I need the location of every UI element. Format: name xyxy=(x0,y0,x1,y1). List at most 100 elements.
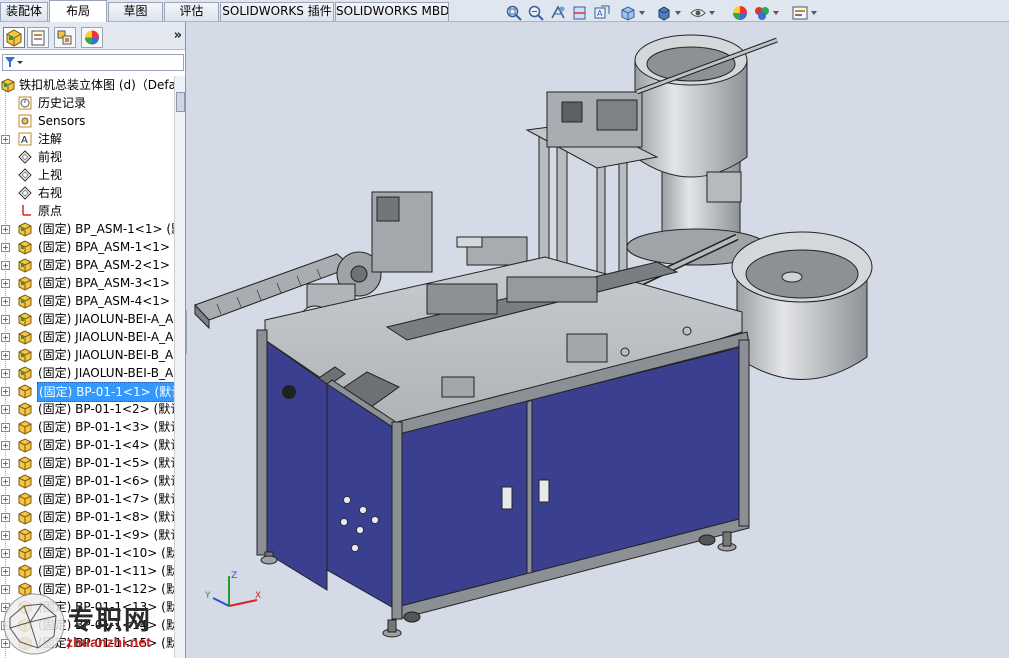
expand-toggle-icon[interactable]: + xyxy=(1,333,10,342)
tree-root-row[interactable]: 铁扣机总装立体图 (d)（Defa xyxy=(0,76,174,94)
apply-scene-icon[interactable] xyxy=(753,4,771,22)
tree-scrollbar-thumb[interactable] xyxy=(176,92,185,112)
tree-scrollbar[interactable] xyxy=(174,76,185,658)
tree-item[interactable]: + (固定) BPA_ASM-2<1> ( xyxy=(0,256,174,274)
expand-toggle-icon[interactable]: + xyxy=(1,459,10,468)
expand-toggle-icon[interactable]: + xyxy=(1,369,10,378)
tree-item-label: (固定) JIAOLUN-BEI-B_A xyxy=(38,348,174,362)
apply-scene-caret-icon[interactable] xyxy=(773,11,779,15)
zoom-to-fit-icon[interactable] xyxy=(505,4,523,22)
part-icon xyxy=(18,438,32,453)
expand-toggle-icon[interactable]: + xyxy=(1,423,10,432)
expand-toggle-icon[interactable]: + xyxy=(1,261,10,270)
tree-item[interactable]: + (固定) BP-01-1<9> (默认 xyxy=(0,526,174,544)
display-style-caret-icon[interactable] xyxy=(675,11,681,15)
tree-item[interactable]: + (固定) BP_ASM-1<1> (默 xyxy=(0,220,174,238)
tree-item-label: 右视 xyxy=(38,186,63,200)
tab-assembly[interactable]: 装配体 xyxy=(0,2,48,21)
view-orientation-caret-icon[interactable] xyxy=(639,11,645,15)
hide-show-caret-icon[interactable] xyxy=(709,11,715,15)
view-orientation-icon[interactable] xyxy=(619,4,637,22)
tree-item[interactable]: + (固定) BP-01-1<5> (默认 xyxy=(0,454,174,472)
tree-item[interactable]: + (固定) BP-01-1<8> (默认 xyxy=(0,508,174,526)
hide-show-icon[interactable] xyxy=(689,4,707,22)
expand-toggle-icon[interactable]: + xyxy=(1,477,10,486)
section-view-icon[interactable] xyxy=(571,4,589,22)
tree-item[interactable]: + (固定) BPA_ASM-4<1> ( xyxy=(0,292,174,310)
previous-view-icon[interactable] xyxy=(549,4,567,22)
expand-toggle-icon[interactable]: + xyxy=(1,405,10,414)
subassembly-icon xyxy=(18,366,32,381)
tree-item-label: (固定) BP-01-1<1> (默认 xyxy=(37,382,174,402)
tree-item-label: (固定) BP-01-1<3> (默认 xyxy=(38,420,174,434)
expand-toggle-icon[interactable]: + xyxy=(1,351,10,360)
tree-item[interactable]: 右视 xyxy=(0,184,174,202)
expand-toggle-icon[interactable]: + xyxy=(1,315,10,324)
tree-item[interactable]: + (固定) BPA_ASM-3<1> ( xyxy=(0,274,174,292)
expand-toggle-icon[interactable]: + xyxy=(1,135,10,144)
tab-solidworks-addins[interactable]: SOLIDWORKS 插件 xyxy=(220,2,334,21)
origin-icon xyxy=(22,205,31,216)
expand-toggle-icon[interactable]: + xyxy=(1,441,10,450)
tree-item[interactable]: + (固定) BP-01-1<10> (默 xyxy=(0,544,174,562)
dynamic-annotation-icon[interactable]: A xyxy=(593,4,611,22)
tab-solidworks-mbd[interactable]: SOLIDWORKS MBD xyxy=(335,2,449,21)
subassembly-icon xyxy=(18,312,32,327)
tree-root-label: 铁扣机总装立体图 (d)（Defa xyxy=(19,78,174,92)
tree-item-label: (固定) BP-01-1<10> (默 xyxy=(38,546,174,560)
tree-item[interactable]: 前视 xyxy=(0,148,174,166)
zoom-area-icon[interactable] xyxy=(527,4,545,22)
propertymanager-tab-icon[interactable] xyxy=(27,27,49,48)
tree-item[interactable]: + (固定) BP-01-1<11> (默 xyxy=(0,562,174,580)
tree-item[interactable]: + (固定) BP-01-1<7> (默认 xyxy=(0,490,174,508)
part-icon xyxy=(18,510,32,525)
subassembly-icon xyxy=(18,240,32,255)
expand-toggle-icon[interactable]: + xyxy=(1,531,10,540)
tree-item-label: (固定) BP-01-1<9> (默认 xyxy=(38,528,174,542)
subassembly-icon xyxy=(18,222,32,237)
view-settings-caret-icon[interactable] xyxy=(811,11,817,15)
tree-item[interactable]: + (固定) BP-01-1<4> (默认 xyxy=(0,436,174,454)
tree-item[interactable]: + (固定) BP-01-1<2> (默认 xyxy=(0,400,174,418)
expand-toggle-icon[interactable]: + xyxy=(1,225,10,234)
displaymanager-tab-icon[interactable] xyxy=(81,27,103,48)
plane-icon xyxy=(18,168,32,182)
tree-item[interactable]: 原点 xyxy=(0,202,174,220)
expand-toggle-icon[interactable]: + xyxy=(1,297,10,306)
more-tabs-button[interactable]: » xyxy=(174,28,182,43)
subassembly-icon xyxy=(18,258,32,273)
expand-toggle-icon[interactable]: + xyxy=(1,567,10,576)
tree-item[interactable]: + (固定) JIAOLUN-BEI-A_A xyxy=(0,310,174,328)
tree-item[interactable]: + A 注解 xyxy=(0,130,174,148)
tree-item[interactable]: + (固定) BP-01-1<3> (默认 xyxy=(0,418,174,436)
tree-item[interactable]: + (固定) BP-01-1<6> (默认 xyxy=(0,472,174,490)
tree-item[interactable]: 上视 xyxy=(0,166,174,184)
expand-toggle-icon[interactable]: + xyxy=(1,387,10,396)
expand-toggle-icon[interactable]: + xyxy=(1,243,10,252)
configurationmanager-tab-icon[interactable] xyxy=(54,27,76,48)
expand-toggle-icon[interactable]: + xyxy=(1,495,10,504)
expand-toggle-icon[interactable]: + xyxy=(1,549,10,558)
part-icon xyxy=(18,492,32,507)
graphics-area[interactable]: X Z Y xyxy=(187,22,1009,658)
tree-item[interactable]: + (固定) BPA_ASM-1<1> ( xyxy=(0,238,174,256)
tree-item[interactable]: + (固定) JIAOLUN-BEI-B_A xyxy=(0,346,174,364)
featuremanager-tab-icon[interactable] xyxy=(3,27,25,48)
tree-item[interactable]: + (固定) JIAOLUN-BEI-A_A xyxy=(0,328,174,346)
tree-item[interactable]: + (固定) BP-01-1<1> (默认 xyxy=(0,382,174,402)
edit-appearance-icon[interactable] xyxy=(731,4,749,22)
display-style-icon[interactable] xyxy=(655,4,673,22)
tab-sketch[interactable]: 草图 xyxy=(108,2,163,21)
view-settings-icon[interactable] xyxy=(791,4,809,22)
assembly-model-3d-view[interactable] xyxy=(187,22,1009,658)
tree-item[interactable]: Sensors xyxy=(0,112,174,130)
tab-layout[interactable]: 布局 xyxy=(49,0,107,22)
expand-toggle-icon[interactable]: + xyxy=(1,279,10,288)
tab-evaluate[interactable]: 评估 xyxy=(164,2,219,21)
tree-filter-field[interactable] xyxy=(2,54,184,71)
svg-text:A: A xyxy=(21,135,28,146)
tree-item[interactable]: + (固定) JIAOLUN-BEI-B_A xyxy=(0,364,174,382)
filter-icon[interactable] xyxy=(3,55,25,70)
tree-item[interactable]: 历史记录 xyxy=(0,94,174,112)
expand-toggle-icon[interactable]: + xyxy=(1,513,10,522)
